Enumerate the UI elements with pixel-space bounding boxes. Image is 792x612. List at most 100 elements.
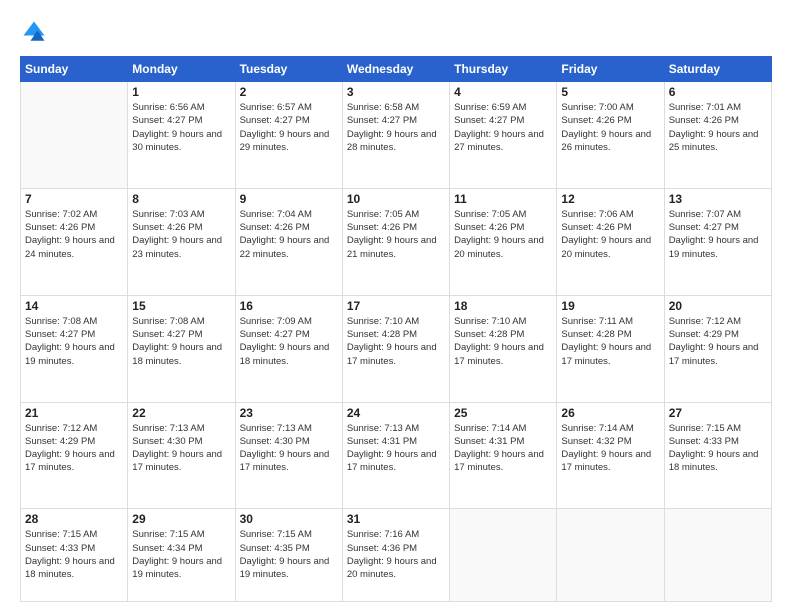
day-info: Sunrise: 7:10 AM Sunset: 4:28 PM Dayligh… xyxy=(454,315,552,368)
week-row: 28 Sunrise: 7:15 AM Sunset: 4:33 PM Dayli… xyxy=(21,509,772,602)
day-number: 2 xyxy=(240,85,338,99)
day-cell: 10Sunrise: 7:05 AM Sunset: 4:26 PM Dayli… xyxy=(342,188,449,295)
day-cell: 20 Sunrise: 7:12 AM Sunset: 4:29 PM Dayli… xyxy=(664,295,771,402)
day-info: Sunrise: 6:57 AM Sunset: 4:27 PM Dayligh… xyxy=(240,101,338,154)
day-number: 13 xyxy=(669,192,767,206)
day-cell: 31Sunrise: 7:16 AM Sunset: 4:36 PM Dayli… xyxy=(342,509,449,602)
day-info: Sunrise: 7:13 AM Sunset: 4:30 PM Dayligh… xyxy=(132,422,230,475)
week-row: 1 Sunrise: 6:56 AM Sunset: 4:27 PM Daylig… xyxy=(21,82,772,189)
logo-icon xyxy=(20,18,48,46)
day-info: Sunrise: 7:14 AM Sunset: 4:32 PM Dayligh… xyxy=(561,422,659,475)
day-info: Sunrise: 7:12 AM Sunset: 4:29 PM Dayligh… xyxy=(669,315,767,368)
day-info: Sunrise: 6:56 AM Sunset: 4:27 PM Dayligh… xyxy=(132,101,230,154)
day-cell: 15Sunrise: 7:08 AM Sunset: 4:27 PM Dayli… xyxy=(128,295,235,402)
day-cell: 7 Sunrise: 7:02 AM Sunset: 4:26 PM Daylig… xyxy=(21,188,128,295)
day-number: 18 xyxy=(454,299,552,313)
day-number: 1 xyxy=(132,85,230,99)
day-info: Sunrise: 6:58 AM Sunset: 4:27 PM Dayligh… xyxy=(347,101,445,154)
calendar-table: SundayMondayTuesdayWednesdayThursdayFrid… xyxy=(20,56,772,602)
day-info: Sunrise: 7:15 AM Sunset: 4:33 PM Dayligh… xyxy=(25,528,123,581)
day-number: 28 xyxy=(25,512,123,526)
day-header: Sunday xyxy=(21,57,128,82)
day-number: 26 xyxy=(561,406,659,420)
week-row: 7 Sunrise: 7:02 AM Sunset: 4:26 PM Daylig… xyxy=(21,188,772,295)
day-info: Sunrise: 7:13 AM Sunset: 4:30 PM Dayligh… xyxy=(240,422,338,475)
day-cell: 3Sunrise: 6:58 AM Sunset: 4:27 PM Daylig… xyxy=(342,82,449,189)
day-info: Sunrise: 7:08 AM Sunset: 4:27 PM Dayligh… xyxy=(25,315,123,368)
logo xyxy=(20,18,52,46)
day-header: Saturday xyxy=(664,57,771,82)
day-cell: 28 Sunrise: 7:15 AM Sunset: 4:33 PM Dayli… xyxy=(21,509,128,602)
day-info: Sunrise: 7:14 AM Sunset: 4:31 PM Dayligh… xyxy=(454,422,552,475)
day-number: 24 xyxy=(347,406,445,420)
day-cell: 4 Sunrise: 6:59 AM Sunset: 4:27 PM Daylig… xyxy=(450,82,557,189)
day-number: 12 xyxy=(561,192,659,206)
day-number: 10 xyxy=(347,192,445,206)
day-cell: 8Sunrise: 7:03 AM Sunset: 4:26 PM Daylig… xyxy=(128,188,235,295)
day-number: 20 xyxy=(669,299,767,313)
day-cell: 26 Sunrise: 7:14 AM Sunset: 4:32 PM Dayli… xyxy=(557,402,664,509)
day-number: 11 xyxy=(454,192,552,206)
day-info: Sunrise: 7:11 AM Sunset: 4:28 PM Dayligh… xyxy=(561,315,659,368)
day-cell: 9 Sunrise: 7:04 AM Sunset: 4:26 PM Daylig… xyxy=(235,188,342,295)
day-info: Sunrise: 7:10 AM Sunset: 4:28 PM Dayligh… xyxy=(347,315,445,368)
day-number: 9 xyxy=(240,192,338,206)
day-cell: 30 Sunrise: 7:15 AM Sunset: 4:35 PM Dayli… xyxy=(235,509,342,602)
day-number: 14 xyxy=(25,299,123,313)
day-info: Sunrise: 7:09 AM Sunset: 4:27 PM Dayligh… xyxy=(240,315,338,368)
day-cell: 25 Sunrise: 7:14 AM Sunset: 4:31 PM Dayli… xyxy=(450,402,557,509)
day-number: 22 xyxy=(132,406,230,420)
day-header: Wednesday xyxy=(342,57,449,82)
day-info: Sunrise: 7:01 AM Sunset: 4:26 PM Dayligh… xyxy=(669,101,767,154)
day-number: 6 xyxy=(669,85,767,99)
day-number: 29 xyxy=(132,512,230,526)
day-number: 15 xyxy=(132,299,230,313)
day-cell: 18 Sunrise: 7:10 AM Sunset: 4:28 PM Dayli… xyxy=(450,295,557,402)
day-info: Sunrise: 7:04 AM Sunset: 4:26 PM Dayligh… xyxy=(240,208,338,261)
day-info: Sunrise: 7:06 AM Sunset: 4:26 PM Dayligh… xyxy=(561,208,659,261)
week-row: 14 Sunrise: 7:08 AM Sunset: 4:27 PM Dayli… xyxy=(21,295,772,402)
day-cell xyxy=(557,509,664,602)
day-cell xyxy=(664,509,771,602)
day-number: 31 xyxy=(347,512,445,526)
day-number: 17 xyxy=(347,299,445,313)
day-number: 23 xyxy=(240,406,338,420)
day-header: Thursday xyxy=(450,57,557,82)
day-number: 7 xyxy=(25,192,123,206)
day-info: Sunrise: 7:13 AM Sunset: 4:31 PM Dayligh… xyxy=(347,422,445,475)
day-cell: 11 Sunrise: 7:05 AM Sunset: 4:26 PM Dayli… xyxy=(450,188,557,295)
day-number: 19 xyxy=(561,299,659,313)
day-info: Sunrise: 7:02 AM Sunset: 4:26 PM Dayligh… xyxy=(25,208,123,261)
day-cell: 2 Sunrise: 6:57 AM Sunset: 4:27 PM Daylig… xyxy=(235,82,342,189)
day-info: Sunrise: 7:15 AM Sunset: 4:34 PM Dayligh… xyxy=(132,528,230,581)
day-header: Tuesday xyxy=(235,57,342,82)
header xyxy=(20,18,772,46)
day-number: 4 xyxy=(454,85,552,99)
day-cell: 29 Sunrise: 7:15 AM Sunset: 4:34 PM Dayli… xyxy=(128,509,235,602)
day-info: Sunrise: 7:07 AM Sunset: 4:27 PM Dayligh… xyxy=(669,208,767,261)
day-cell: 22 Sunrise: 7:13 AM Sunset: 4:30 PM Dayli… xyxy=(128,402,235,509)
day-cell: 19 Sunrise: 7:11 AM Sunset: 4:28 PM Dayli… xyxy=(557,295,664,402)
day-cell: 1 Sunrise: 6:56 AM Sunset: 4:27 PM Daylig… xyxy=(128,82,235,189)
day-number: 25 xyxy=(454,406,552,420)
day-info: Sunrise: 7:00 AM Sunset: 4:26 PM Dayligh… xyxy=(561,101,659,154)
day-info: Sunrise: 7:15 AM Sunset: 4:35 PM Dayligh… xyxy=(240,528,338,581)
day-cell: 5Sunrise: 7:00 AM Sunset: 4:26 PM Daylig… xyxy=(557,82,664,189)
page: SundayMondayTuesdayWednesdayThursdayFrid… xyxy=(0,0,792,612)
day-info: Sunrise: 6:59 AM Sunset: 4:27 PM Dayligh… xyxy=(454,101,552,154)
day-number: 30 xyxy=(240,512,338,526)
day-number: 27 xyxy=(669,406,767,420)
week-row: 21 Sunrise: 7:12 AM Sunset: 4:29 PM Dayli… xyxy=(21,402,772,509)
day-header: Monday xyxy=(128,57,235,82)
day-info: Sunrise: 7:15 AM Sunset: 4:33 PM Dayligh… xyxy=(669,422,767,475)
day-cell: 16 Sunrise: 7:09 AM Sunset: 4:27 PM Dayli… xyxy=(235,295,342,402)
day-header: Friday xyxy=(557,57,664,82)
day-cell: 6 Sunrise: 7:01 AM Sunset: 4:26 PM Daylig… xyxy=(664,82,771,189)
day-cell: 21 Sunrise: 7:12 AM Sunset: 4:29 PM Dayli… xyxy=(21,402,128,509)
day-cell: 14 Sunrise: 7:08 AM Sunset: 4:27 PM Dayli… xyxy=(21,295,128,402)
day-number: 16 xyxy=(240,299,338,313)
day-info: Sunrise: 7:12 AM Sunset: 4:29 PM Dayligh… xyxy=(25,422,123,475)
day-number: 21 xyxy=(25,406,123,420)
day-cell: 12 Sunrise: 7:06 AM Sunset: 4:26 PM Dayli… xyxy=(557,188,664,295)
day-info: Sunrise: 7:05 AM Sunset: 4:26 PM Dayligh… xyxy=(454,208,552,261)
